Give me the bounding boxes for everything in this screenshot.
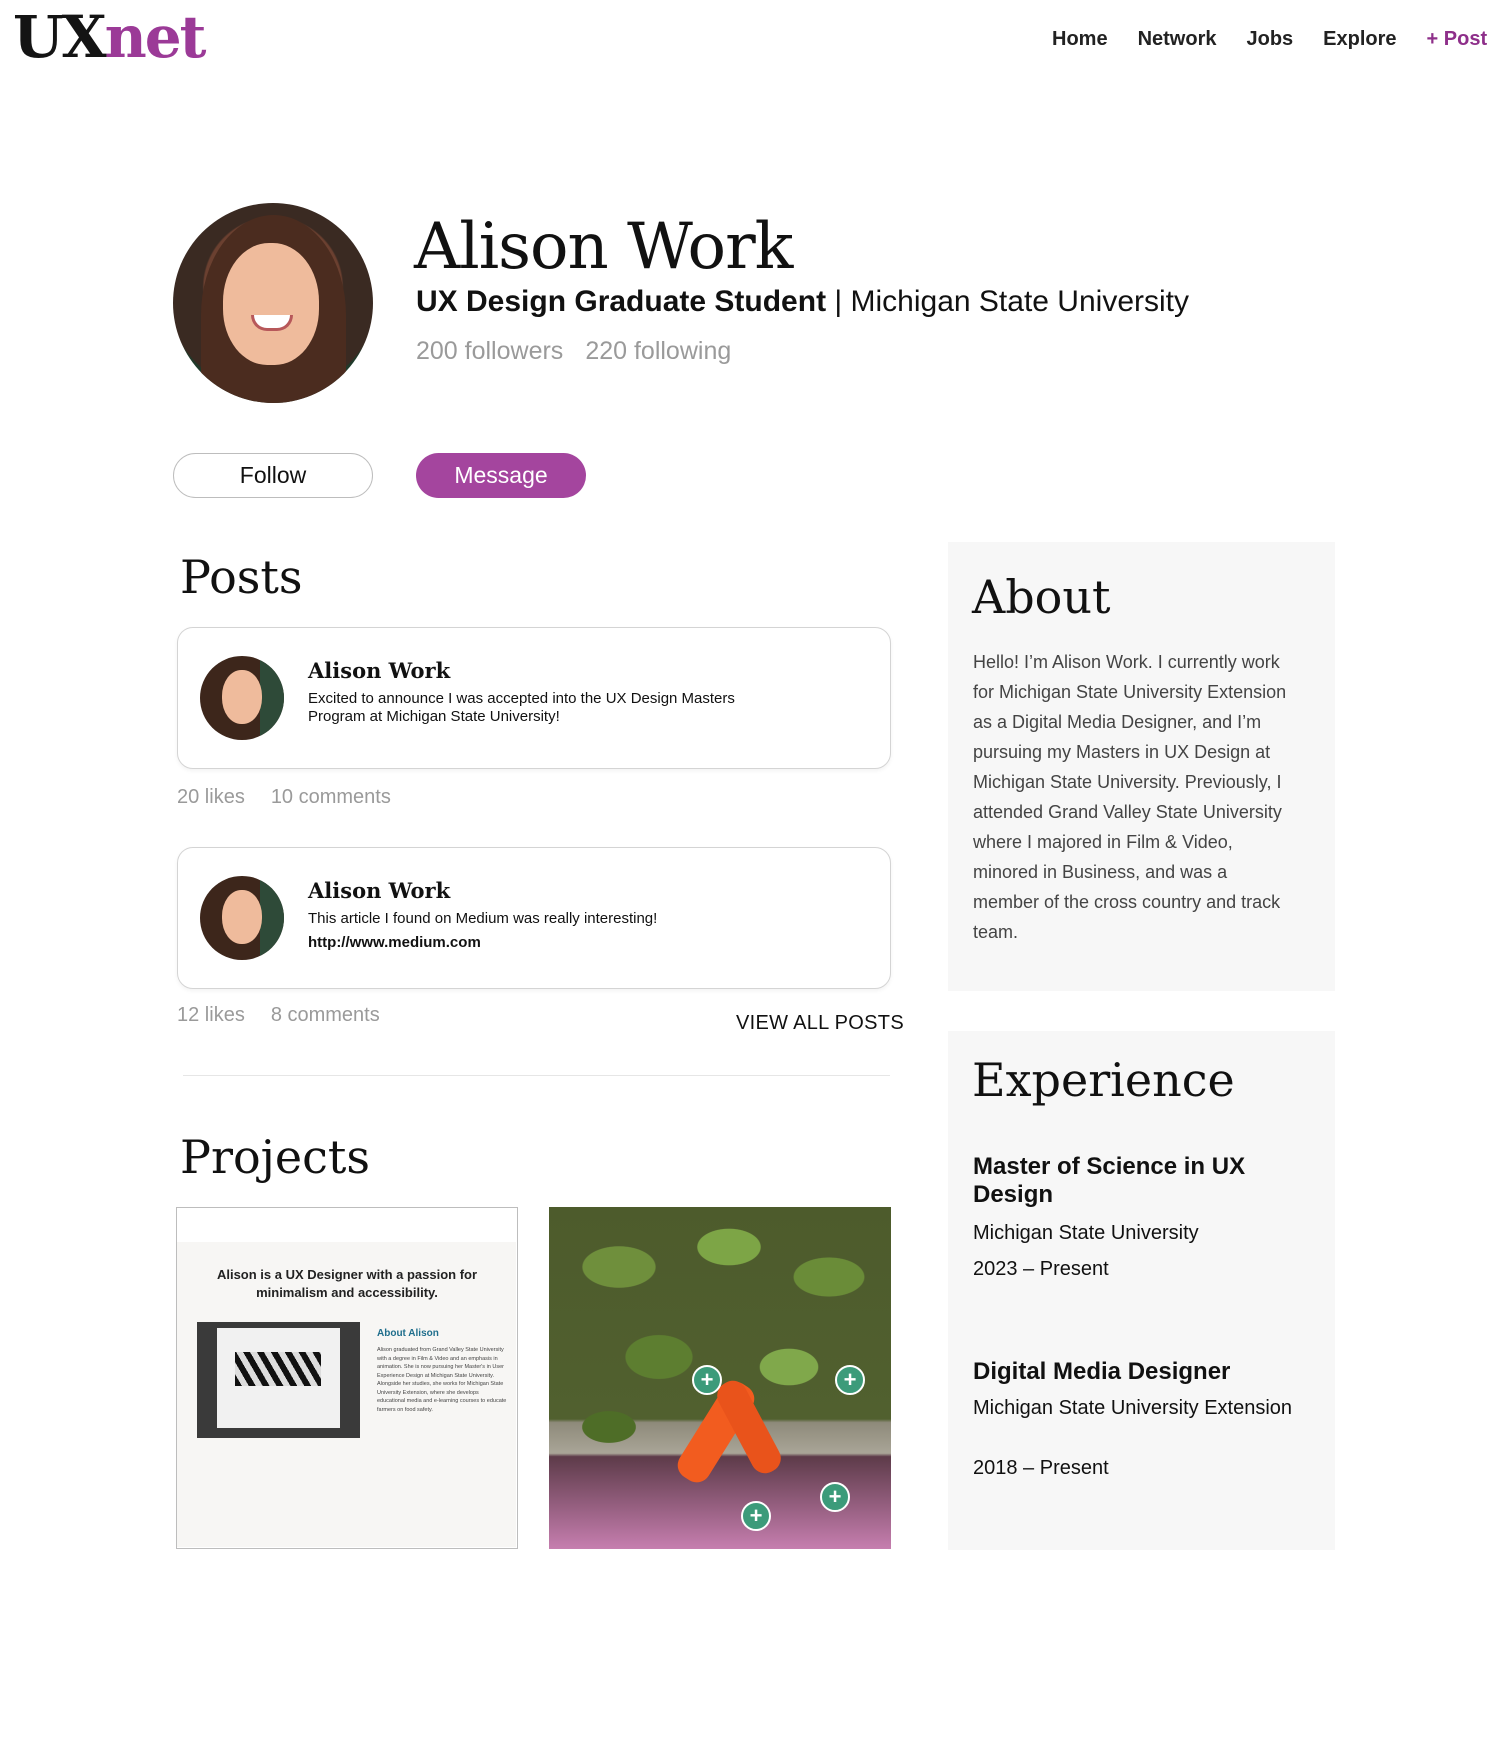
post-author[interactable]: Alison Work [308,878,450,903]
top-nav: Home Network Jobs Explore + Post [1052,28,1487,51]
message-button[interactable]: Message [416,453,586,498]
about-heading: About [972,570,1111,624]
experience-organization: Michigan State University [973,1222,1199,1244]
profile-title: UX Design Graduate Student [416,285,827,318]
hotspot-plus-icon[interactable]: + [741,1501,771,1531]
project-photo [197,1322,360,1438]
section-divider [183,1075,890,1076]
post-card[interactable]: Alison Work Excited to announce I was ac… [177,627,891,769]
post-meta: 12 likes 8 comments [177,1004,380,1027]
nav-explore[interactable]: Explore [1323,28,1396,51]
nav-jobs[interactable]: Jobs [1246,28,1293,51]
view-all-posts-link[interactable]: VIEW ALL POSTS [736,1012,904,1035]
post-author[interactable]: Alison Work [308,658,450,683]
post-author-avatar[interactable] [200,876,284,960]
profile-stats: 200 followers 220 following [416,337,731,366]
nav-add-post[interactable]: + Post [1427,28,1488,51]
followers-count[interactable]: 200 followers [416,337,563,366]
project-about-heading: About Alison [377,1328,439,1339]
post-text: This article I found on Medium was reall… [308,910,658,927]
about-text: Hello! I’m Alison Work. I currently work… [973,652,1287,942]
follow-button[interactable]: Follow [173,453,373,498]
post-likes[interactable]: 12 likes [177,1004,245,1027]
post-text: Excited to announce I was accepted into … [308,690,735,725]
projects-heading: Projects [180,1130,370,1184]
about-panel: About Hello! I’m Alison Work. I currentl… [948,542,1335,991]
hotspot-plus-icon[interactable]: + [692,1365,722,1395]
hotspot-plus-icon[interactable]: + [835,1365,865,1395]
post-link[interactable]: http://www.medium.com [308,934,481,951]
nav-network[interactable]: Network [1138,28,1217,51]
post-comments[interactable]: 10 comments [271,786,391,809]
project-thumbnail-portfolio[interactable]: Alison is a UX Designer with a passion f… [176,1207,518,1549]
experience-heading: Experience [972,1053,1235,1107]
hotspot-plus-icon[interactable]: + [820,1482,850,1512]
post-likes[interactable]: 20 likes [177,786,245,809]
post-meta: 20 likes 10 comments [177,786,391,809]
experience-dates: 2018 – Present [973,1457,1109,1479]
project-tagline: Alison is a UX Designer with a passion f… [216,1267,478,1300]
post-author-avatar[interactable] [200,656,284,740]
uxnet-logo[interactable]: UXnet [13,8,206,66]
experience-role: Master of Science in UX Design [973,1153,1246,1208]
profile-avatar [173,203,373,403]
project-about-body: Alison graduated from Grand Valley State… [377,1347,507,1413]
project-thumbnail-garden[interactable]: + + + + [549,1207,891,1549]
post-card[interactable]: Alison Work This article I found on Medi… [177,847,891,989]
following-count[interactable]: 220 following [585,337,731,366]
profile-name: Alison Work [414,210,793,284]
post-comments[interactable]: 8 comments [271,1004,380,1027]
experience-role: Digital Media Designer [973,1358,1231,1385]
experience-organization: Michigan State University Extension [973,1397,1293,1419]
posts-heading: Posts [180,550,303,604]
profile-headline: UX Design Graduate Student | Michigan St… [416,285,1189,319]
experience-panel: Experience Master of Science in UX Desig… [948,1031,1335,1550]
profile-organization: | Michigan State University [826,285,1189,318]
nav-home[interactable]: Home [1052,28,1108,51]
experience-dates: 2023 – Present [973,1258,1109,1280]
logo-net: net [104,3,207,71]
logo-ux: UX [13,3,107,71]
